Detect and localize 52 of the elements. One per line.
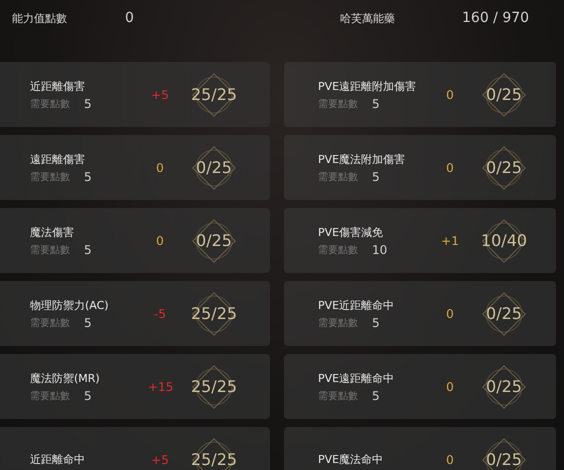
stat-name: 物理防禦力(AC) xyxy=(30,298,110,312)
stat-delta: 0 xyxy=(445,452,455,466)
stat-delta: 0 xyxy=(445,380,455,394)
cost-label: 需要點數 xyxy=(30,390,70,402)
cost-label: 需要點數 xyxy=(30,98,70,110)
stat-delta: 0 xyxy=(445,306,455,320)
stat-name: PVE魔法附加傷害 xyxy=(318,152,406,166)
cost-value: 5 xyxy=(372,388,380,402)
stat-name: PVE近距離命中 xyxy=(318,298,396,312)
cost-value: 5 xyxy=(84,170,92,184)
cost-label: 需要點數 xyxy=(318,170,358,184)
stat-progress: 0/25 xyxy=(486,304,522,323)
stat-progress: 10/40 xyxy=(480,231,528,250)
stat-delta: 0 xyxy=(155,234,165,248)
cost-value: 5 xyxy=(84,388,92,402)
cost-label: 需要點數 xyxy=(30,244,70,256)
points-value: 0 xyxy=(125,10,135,26)
stat-name: 魔法傷害 xyxy=(30,224,75,240)
stat-name: PVE遠距離命中 xyxy=(318,370,396,386)
cost-value: 5 xyxy=(84,96,92,110)
stat-delta: 0 xyxy=(445,88,455,102)
cost-label: 需要點數 xyxy=(30,316,70,330)
cost-value: 5 xyxy=(372,96,380,110)
cost-value: 5 xyxy=(84,316,92,330)
cost-label: 需要點數 xyxy=(30,170,70,184)
stat-name: PVE傷害減免 xyxy=(318,224,384,240)
energy-value: 160 / 970 xyxy=(462,10,530,26)
stat-delta: +1 xyxy=(440,234,460,248)
stat-progress: 0/25 xyxy=(486,450,522,469)
cost-label: 需要點數 xyxy=(318,98,358,110)
stat-progress: 0/25 xyxy=(486,377,522,396)
energy-label: 哈芙萬能藥 xyxy=(340,10,396,26)
points-label: 能力值點數 xyxy=(12,10,68,26)
stat-name: 遠距離傷害 xyxy=(30,152,86,166)
cost-value: 5 xyxy=(372,170,380,184)
stat-name: PVE遠距離附加傷害 xyxy=(318,78,418,94)
cost-value: 5 xyxy=(84,242,92,256)
stat-delta: +15 xyxy=(148,380,172,394)
stat-delta: +5 xyxy=(150,452,170,466)
cost-label: 需要點數 xyxy=(318,244,358,256)
cost-label: 需要點數 xyxy=(318,316,358,330)
stat-name: 近距離傷害 xyxy=(30,78,86,94)
stat-name: 近距離命中 xyxy=(30,452,86,467)
stat-delta: 0 xyxy=(155,160,165,174)
stat-delta: 0 xyxy=(445,160,455,174)
stat-delta: -5 xyxy=(153,306,167,320)
cost-value: 10 xyxy=(372,242,388,256)
stat-name: 魔法防禦(MR) xyxy=(30,370,101,386)
cost-value: 5 xyxy=(372,316,380,330)
stat-name: PVE魔法命中 xyxy=(318,452,384,467)
stat-delta: +5 xyxy=(150,88,170,102)
cost-label: 需要點數 xyxy=(318,390,358,402)
